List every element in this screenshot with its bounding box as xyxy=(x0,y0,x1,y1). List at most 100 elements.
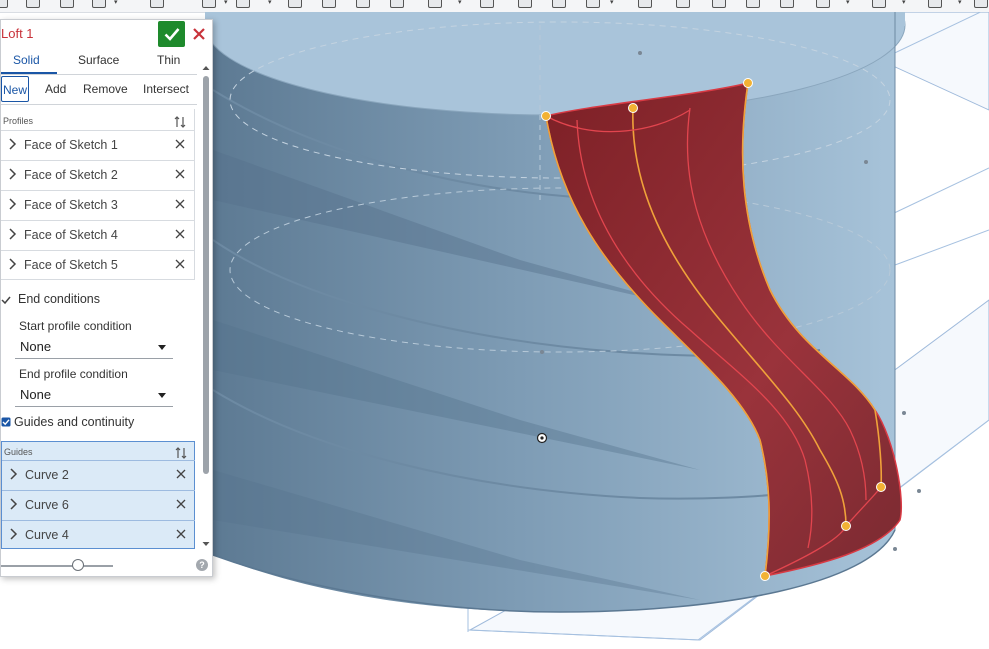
boolean-icon[interactable] xyxy=(390,0,404,8)
remove-icon[interactable] xyxy=(175,498,187,510)
end-conditions-toggle[interactable]: End conditions xyxy=(18,292,100,306)
guides-checkbox[interactable] xyxy=(1,417,11,427)
chamfer-icon[interactable] xyxy=(236,0,250,8)
tab-intersect[interactable]: Intersect xyxy=(143,76,189,102)
chevron-down-icon[interactable]: ▾ xyxy=(268,0,272,6)
hole-icon[interactable] xyxy=(356,0,370,8)
confirm-button[interactable] xyxy=(158,21,185,47)
reorder-icon[interactable] xyxy=(173,115,187,129)
list-item[interactable]: Face of Sketch 3 xyxy=(1,190,194,219)
end-condition-dropdown[interactable]: None xyxy=(15,384,173,407)
scroll-up-icon[interactable] xyxy=(201,64,211,72)
chevron-right-icon[interactable] xyxy=(7,167,17,181)
plane-icon[interactable] xyxy=(676,0,690,8)
chevron-right-icon[interactable] xyxy=(8,497,18,511)
start-condition-dropdown[interactable]: None xyxy=(15,336,173,359)
tab-remove[interactable]: Remove xyxy=(83,76,128,102)
remove-icon[interactable] xyxy=(174,258,186,270)
tab-add[interactable]: Add xyxy=(45,76,66,102)
dialog-title: Loft 1 xyxy=(1,26,34,41)
curve-icon[interactable] xyxy=(974,0,988,8)
remove-icon[interactable] xyxy=(174,228,186,240)
chevron-right-icon[interactable] xyxy=(7,257,17,271)
extrude-icon[interactable] xyxy=(26,0,40,8)
profile-label: Face of Sketch 1 xyxy=(24,138,118,152)
chevron-down-icon[interactable]: ▾ xyxy=(958,0,962,6)
remove-icon[interactable] xyxy=(175,528,187,540)
list-item[interactable]: Curve 4 xyxy=(2,520,195,549)
chevron-down-icon[interactable]: ▾ xyxy=(846,0,850,6)
guide-label: Curve 6 xyxy=(25,498,69,512)
delete-part-icon[interactable] xyxy=(638,0,652,8)
sketch-icon[interactable] xyxy=(0,0,8,8)
chevron-right-icon[interactable] xyxy=(7,137,17,151)
curve-icon[interactable] xyxy=(872,0,886,8)
chevron-down-icon xyxy=(158,393,166,398)
helix-icon[interactable] xyxy=(712,0,726,8)
tab-solid[interactable]: Solid xyxy=(13,53,40,67)
curve-icon[interactable] xyxy=(816,0,830,8)
profile-label: Face of Sketch 4 xyxy=(24,228,118,242)
curve-icon[interactable] xyxy=(928,0,942,8)
reorder-icon[interactable] xyxy=(174,446,188,460)
mate-connector-icon[interactable] xyxy=(586,0,600,8)
list-item[interactable]: Curve 6 xyxy=(2,490,195,519)
chevron-right-icon[interactable] xyxy=(8,527,18,541)
list-item[interactable]: Face of Sketch 1 xyxy=(1,130,194,159)
scroll-thumb[interactable] xyxy=(203,76,209,474)
guides-list[interactable]: Guides Curve 2 Curve 6 Curve 4 xyxy=(1,441,195,549)
list-item[interactable]: Curve 2 xyxy=(2,460,195,489)
chevron-right-icon[interactable] xyxy=(7,227,17,241)
remove-icon[interactable] xyxy=(175,468,187,480)
chevron-down-icon[interactable]: ▾ xyxy=(610,0,614,6)
panel-scrollbar[interactable] xyxy=(201,64,211,548)
fillet-icon[interactable] xyxy=(202,0,216,8)
chevron-down-icon[interactable]: ▾ xyxy=(902,0,906,6)
tab-new[interactable]: New xyxy=(1,76,30,102)
operation-tabs: New Add Remove Intersect xyxy=(1,76,197,102)
scroll-down-icon[interactable] xyxy=(201,540,211,548)
tab-surface[interactable]: Surface xyxy=(78,53,119,67)
split-icon[interactable] xyxy=(428,0,442,8)
preview-slider-track[interactable] xyxy=(1,565,113,567)
end-condition-value: None xyxy=(20,387,52,402)
chevron-right-icon[interactable] xyxy=(8,467,18,481)
preview-slider-handle[interactable] xyxy=(72,559,85,571)
revolve-icon[interactable] xyxy=(60,0,74,8)
draft-icon[interactable] xyxy=(322,0,336,8)
curve-icon[interactable] xyxy=(746,0,760,8)
chevron-right-icon[interactable] xyxy=(7,197,17,211)
shell-icon[interactable] xyxy=(288,0,302,8)
remove-icon[interactable] xyxy=(174,138,186,150)
check-icon[interactable] xyxy=(1,295,11,305)
guides-checkbox-label[interactable]: Guides and continuity xyxy=(14,415,134,429)
chevron-down-icon[interactable]: ▾ xyxy=(224,0,228,6)
loft-icon[interactable] xyxy=(150,0,164,8)
chevron-down-icon[interactable]: ▾ xyxy=(458,0,462,6)
start-condition-label: Start profile condition xyxy=(19,319,132,333)
cancel-button[interactable] xyxy=(189,23,209,45)
active-tab-indicator xyxy=(1,72,57,74)
sweep-icon[interactable] xyxy=(92,0,106,8)
mirror-icon[interactable] xyxy=(552,0,566,8)
remove-icon[interactable] xyxy=(174,198,186,210)
list-item[interactable]: Face of Sketch 2 xyxy=(1,160,194,189)
loft-feature-dialog: Loft 1 Solid Surface Thin New Add Remove… xyxy=(0,19,213,577)
curve-icon[interactable] xyxy=(780,0,794,8)
pattern-icon[interactable] xyxy=(518,0,532,8)
type-tabs: Solid Surface Thin xyxy=(1,48,197,75)
help-icon[interactable]: ? xyxy=(196,559,208,571)
list-item[interactable]: Face of Sketch 5 xyxy=(1,250,194,279)
profiles-list[interactable]: Profiles Face of Sketch 1 Face of Sketch… xyxy=(1,109,195,280)
transform-icon[interactable] xyxy=(480,0,494,8)
chevron-down-icon[interactable]: ▾ xyxy=(114,0,118,6)
tab-thin[interactable]: Thin xyxy=(157,53,180,67)
chevron-down-icon xyxy=(158,345,166,350)
profile-label: Face of Sketch 5 xyxy=(24,258,118,272)
list-item[interactable]: Face of Sketch 4 xyxy=(1,220,194,249)
remove-icon[interactable] xyxy=(174,168,186,180)
origin-icon[interactable] xyxy=(536,432,548,444)
check-icon xyxy=(164,28,179,41)
guides-label: Guides xyxy=(4,447,33,457)
start-condition-value: None xyxy=(20,339,52,354)
